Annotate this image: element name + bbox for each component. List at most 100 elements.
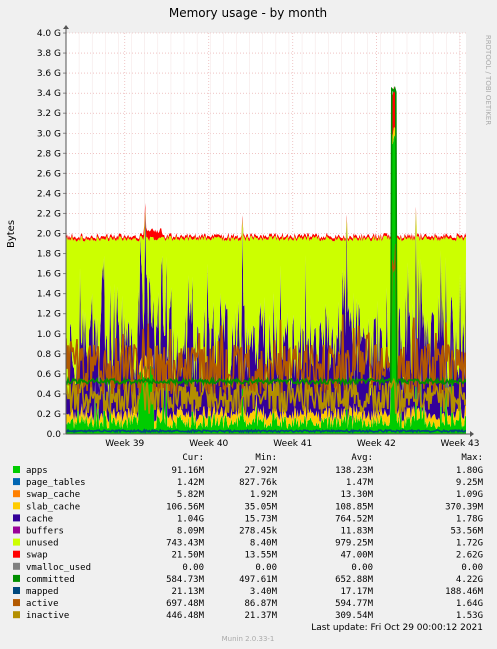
legend-min: 35.05M <box>244 502 277 512</box>
legend-name: mapped <box>26 587 59 597</box>
legend-avg: 13.30M <box>340 490 373 500</box>
legend-max: 2.62G <box>456 551 483 561</box>
legend-name: apps <box>26 466 48 476</box>
legend-avg: 17.17M <box>340 587 373 597</box>
legend-max: 1.72G <box>456 539 483 549</box>
y-tick-label: 2.4 G <box>37 189 61 199</box>
legend-cur: 5.82M <box>177 490 205 500</box>
legend-min: 86.87M <box>244 599 277 609</box>
legend-min: 827.76k <box>239 478 278 488</box>
legend-avg: 47.00M <box>340 551 373 561</box>
legend-swatch <box>13 587 20 594</box>
legend-swatch <box>13 466 20 473</box>
legend-cur: 743.43M <box>166 539 205 549</box>
legend-swatch <box>13 502 20 510</box>
legend-swatch <box>13 562 20 570</box>
y-tick-label: 3.0 G <box>37 129 61 139</box>
y-tick-label: 0.4 G <box>37 390 61 400</box>
y-tick-label: 2.8 G <box>37 149 61 159</box>
y-tick-label: 3.8 G <box>37 49 61 59</box>
legend-min: 15.73M <box>244 514 277 524</box>
legend-header-min: Min: <box>255 453 277 463</box>
legend-cur: 446.48M <box>166 611 205 621</box>
legend-max: 1.64G <box>456 599 483 609</box>
legend-cur: 584.73M <box>166 575 205 585</box>
y-tick-label: 3.4 G <box>37 89 61 99</box>
legend-min: 3.40M <box>250 587 278 597</box>
memory-usage-chart: Memory usage - by month Bytes RRDTOOL / … <box>6 6 492 643</box>
legend-avg: 979.25M <box>335 539 374 549</box>
legend-avg: 309.54M <box>335 611 374 621</box>
y-tick-label: 2.6 G <box>37 169 61 179</box>
legend-name: active <box>26 599 59 609</box>
y-tick-label: 2.2 G <box>37 209 61 219</box>
legend-min: 0.00 <box>255 563 277 573</box>
legend-max: 188.46M <box>445 587 484 597</box>
x-tick-label: Week 39 <box>105 439 144 449</box>
legend: Cur: Min: Avg: Max: apps 91.16M 27.92M 138.23M 1… <box>13 453 484 621</box>
legend-name: page_tables <box>26 478 86 488</box>
x-tick-label: Week 41 <box>273 439 312 449</box>
legend-swatch <box>13 490 20 498</box>
legend-avg: 108.85M <box>335 502 374 512</box>
y-tick-label: 0.8 G <box>37 350 61 360</box>
legend-name: swap <box>26 551 48 561</box>
rrdtool-watermark: RRDTOOL / TOBI OETIKER <box>484 35 492 125</box>
legend-max: 1.09G <box>456 490 483 500</box>
legend-max: 53.56M <box>450 527 483 537</box>
legend-header-avg: Avg: <box>351 453 373 463</box>
legend-avg: 652.88M <box>335 575 374 585</box>
legend-name: cache <box>26 514 53 524</box>
legend-swatch <box>13 478 20 486</box>
legend-cur: 697.48M <box>166 599 205 609</box>
legend-min: 13.55M <box>244 551 277 561</box>
legend-max: 1.78G <box>456 514 483 524</box>
legend-cur: 106.56M <box>166 502 205 512</box>
y-tick-label: 0.6 G <box>37 370 61 380</box>
legend-max: 370.39M <box>445 502 484 512</box>
x-tick-label: Week 40 <box>189 439 228 449</box>
legend-avg: 11.83M <box>340 527 373 537</box>
chart-title: Memory usage - by month <box>169 6 327 20</box>
legend-name: unused <box>26 539 59 549</box>
legend-avg: 138.23M <box>335 466 374 476</box>
legend-name: committed <box>26 575 75 585</box>
legend-max: 0.00 <box>461 563 483 573</box>
munin-version: Munin 2.0.33-1 <box>222 635 275 643</box>
legend-cur: 1.04G <box>177 514 204 524</box>
legend-min: 1.92M <box>250 490 278 500</box>
y-tick-label: 1.0 G <box>37 330 61 340</box>
legend-swatch <box>13 538 20 546</box>
y-tick-label: 3.2 G <box>37 109 61 119</box>
legend-cur: 8.09M <box>177 527 205 537</box>
legend-max: 1.80G <box>456 466 483 476</box>
legend-name: inactive <box>26 611 69 621</box>
legend-max: 1.53G <box>456 611 483 621</box>
legend-cur: 21.50M <box>171 551 204 561</box>
x-tick-label: Week 42 <box>357 439 396 449</box>
y-axis-arrow <box>63 25 69 29</box>
y-tick-label: 1.6 G <box>37 270 61 280</box>
legend-cur: 0.00 <box>182 563 204 573</box>
legend-avg: 764.52M <box>335 514 374 524</box>
last-update: Last update: Fri Oct 29 00:00:12 2021 <box>311 623 483 633</box>
legend-swatch <box>13 526 20 534</box>
legend-name: slab_cache <box>26 502 80 512</box>
y-tick-label: 3.6 G <box>37 69 61 79</box>
legend-name: vmalloc_used <box>26 563 91 573</box>
x-axis-arrow <box>470 431 474 437</box>
legend-cur: 91.16M <box>171 466 204 476</box>
legend-swatch <box>13 514 20 522</box>
legend-avg: 1.47M <box>346 478 374 488</box>
legend-avg: 0.00 <box>351 563 373 573</box>
y-tick-label: 0.0 <box>47 430 62 440</box>
legend-name: buffers <box>26 527 64 537</box>
x-tick-label: Week 43 <box>441 439 480 449</box>
legend-min: 21.37M <box>244 611 277 621</box>
y-axis-label: Bytes <box>6 220 17 248</box>
legend-swatch <box>13 574 20 582</box>
legend-min: 8.40M <box>250 539 278 549</box>
legend-name: swap_cache <box>26 490 80 500</box>
legend-header-cur: Cur: <box>182 453 204 463</box>
y-tick-label: 1.4 G <box>37 290 61 300</box>
